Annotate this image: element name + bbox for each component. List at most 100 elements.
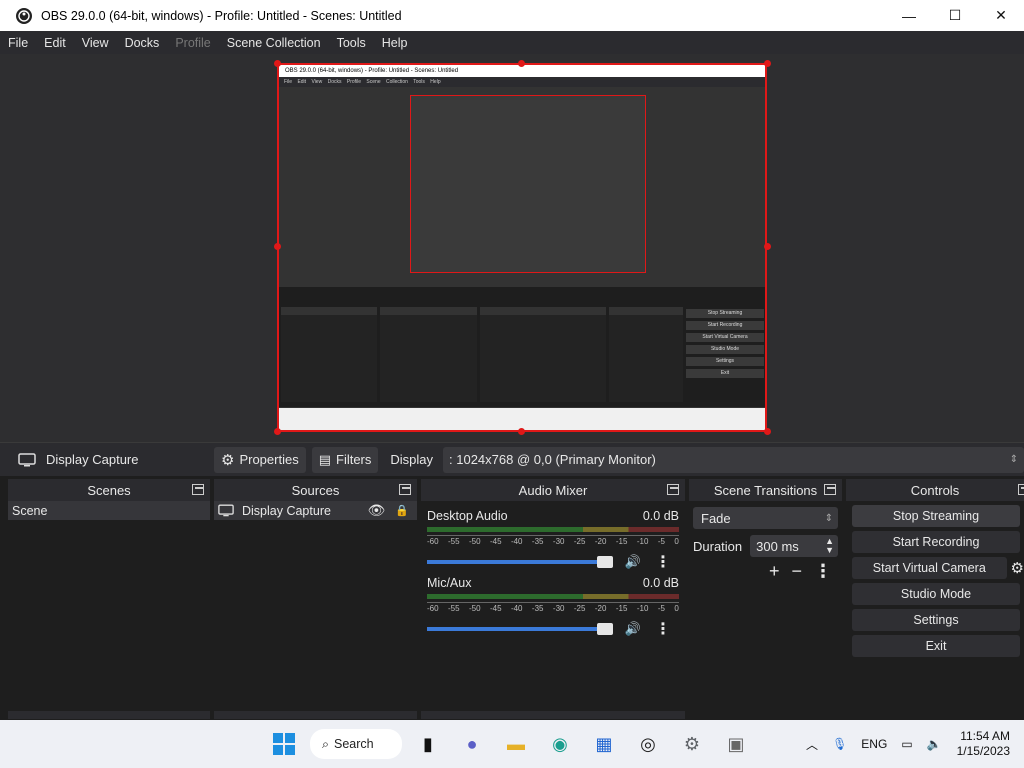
undock-icon[interactable] [1018,484,1024,495]
resize-handle[interactable] [274,243,281,250]
meter-ticks: -60 -55 -50 -45 -40 -35 -30 -25 -20 -15 -10 -5 0 [427,602,679,613]
menu-tools[interactable]: Tools [329,36,374,50]
volume-slider[interactable] [427,623,613,635]
audio-mixer-dock: Audio Mixer Desktop Audio 0.0 dB -60 -55-… [421,479,685,719]
undock-icon[interactable] [192,484,204,495]
menu-scene-collection[interactable]: Scene Collection [219,36,329,50]
undock-icon[interactable] [667,484,679,495]
transition-value: Fade [701,510,731,526]
filters-button[interactable]: ▤ Filters [311,446,379,473]
language-indicator[interactable]: ENG [861,737,887,751]
transitions-body: Fade ⇕ Duration 300 ms ▲ ▼ + − ⋮ [689,501,842,719]
display-value: : 1024x768 @ 0,0 (Primary Monitor) [449,452,656,467]
display-label: Display [390,452,434,467]
chevron-updown-icon: ⇕ [1009,454,1019,465]
duration-spinbox[interactable]: 300 ms ▲ ▼ [750,535,838,557]
display-select[interactable]: : 1024x768 @ 0,0 (Primary Monitor) ⇕ [443,446,1024,473]
resize-handle[interactable] [764,428,771,435]
list-item[interactable]: Scene [8,501,210,520]
clock[interactable]: 11:54 AM 1/15/2023 [957,729,1010,759]
gear-icon[interactable]: ⚙ [1011,559,1024,577]
preview-canvas[interactable]: OBS 29.0.0 (64-bit, windows) - Profile: … [277,63,767,432]
speaker-icon[interactable]: 🔊 [625,621,641,637]
menu-docks[interactable]: Docks [117,36,168,50]
remove-transition-button[interactable]: − [791,561,802,582]
sources-list[interactable]: Display Capture 👁 🔒 [214,501,417,719]
more-icon[interactable]: ⋮ [655,619,671,639]
sources-dock: Sources Display Capture 👁 🔒 [214,479,417,719]
volume-meter [427,527,679,532]
current-source: Display Capture [18,452,214,467]
properties-label: Properties [239,452,299,467]
undock-icon[interactable] [399,484,411,495]
start-icon[interactable] [270,730,298,758]
filter-icon: ▤ [318,451,331,467]
controls-header: Controls [846,479,1024,501]
scenes-list[interactable]: Scene [8,501,210,719]
menu-file[interactable]: File [0,36,36,50]
minimize-button[interactable]: — [886,0,932,31]
eye-icon[interactable]: 👁 [368,502,386,519]
duration-value: 300 ms [756,538,799,554]
properties-button[interactable]: ⚙ Properties [214,446,306,473]
file-explorer-icon[interactable]: ▬ [502,730,530,758]
edge-icon[interactable]: ◉ [546,730,574,758]
add-transition-button[interactable]: + [769,561,780,582]
resize-handle[interactable] [518,428,525,435]
nested-control: Exit [686,369,764,378]
scenes-header: Scenes [8,479,210,501]
menu-edit[interactable]: Edit [36,36,74,50]
studio-mode-button[interactable]: Studio Mode [852,583,1020,605]
slider-knob[interactable] [596,623,613,635]
volume-icon[interactable]: 🔈 [927,737,942,751]
task-view-icon[interactable]: ▮ [414,730,442,758]
channel-name: Mic/Aux [427,576,472,590]
exit-button[interactable]: Exit [852,635,1020,657]
duration-label: Duration [693,538,743,554]
obs-icon[interactable]: ◎ [634,730,662,758]
resize-handle[interactable] [518,60,525,67]
sources-title: Sources [291,482,340,498]
settings-button[interactable]: Settings [852,609,1020,631]
app-icon[interactable]: ▣ [722,730,750,758]
sources-header: Sources [214,479,417,501]
mixer-header: Audio Mixer [421,479,685,501]
taskbar-search[interactable]: ⌕ Search [310,729,402,759]
resize-handle[interactable] [274,60,281,67]
microphone-icon[interactable]: 🎙 [832,737,847,751]
spin-arrows-icon[interactable]: ▲ ▼ [825,537,834,555]
stop-streaming-button[interactable]: Stop Streaming [852,505,1020,527]
undock-icon[interactable] [824,484,836,495]
window-title: OBS 29.0.0 (64-bit, windows) - Profile: … [41,8,402,23]
lock-icon[interactable]: 🔒 [395,504,409,517]
chevron-up-icon[interactable]: ︿ [806,736,818,753]
start-recording-button[interactable]: Start Recording [852,531,1020,553]
maximize-button[interactable]: ☐ [932,0,978,31]
transitions-header: Scene Transitions [689,479,842,501]
more-icon[interactable]: ⋮ [814,561,832,582]
channel-name: Desktop Audio [427,509,508,523]
resize-handle[interactable] [764,60,771,67]
meter-ticks: -60 -55 -50 -45 -40 -35 -30 -25 -20 -15 -10 -5 0 [427,535,679,546]
settings-icon[interactable]: ⚙ [678,730,706,758]
network-icon[interactable]: ▭ [901,737,912,751]
transition-select[interactable]: Fade ⇕ [693,507,838,529]
store-icon[interactable]: ▦ [590,730,618,758]
close-button[interactable]: ✕ [978,0,1024,31]
speaker-icon[interactable]: 🔊 [625,554,641,570]
menu-help[interactable]: Help [374,36,416,50]
list-item[interactable]: Display Capture 👁 🔒 [214,501,417,520]
controls-body: Stop Streaming Start Recording Start Vir… [846,501,1024,719]
resize-handle[interactable] [764,243,771,250]
title-bar: OBS 29.0.0 (64-bit, windows) - Profile: … [0,0,1024,31]
menu-view[interactable]: View [74,36,117,50]
nested-control: Stop Streaming [686,309,764,318]
start-virtual-camera-button[interactable]: Start Virtual Camera [852,557,1007,579]
slider-knob[interactable] [596,556,613,568]
resize-handle[interactable] [274,428,281,435]
search-icon: ⌕ [322,736,330,751]
teams-icon[interactable]: ● [458,730,486,758]
monitor-icon [18,452,36,466]
volume-slider[interactable] [427,556,613,568]
more-icon[interactable]: ⋮ [655,552,671,572]
